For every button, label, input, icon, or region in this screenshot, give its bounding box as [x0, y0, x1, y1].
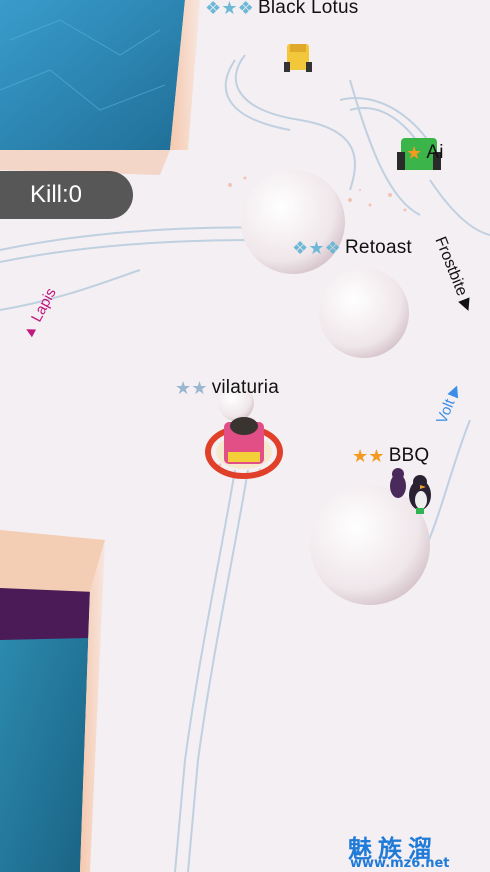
orange-star-icon: ★	[406, 143, 423, 163]
player-label-retoast: ❖★❖ Retoast	[292, 237, 412, 259]
two-orange-stars-icon: ★★	[352, 446, 385, 466]
player-label-black-lotus: ❖★❖ Black Lotus	[205, 0, 358, 19]
player-name: BBQ	[388, 445, 430, 466]
player-name: vilaturia	[211, 377, 279, 398]
game-world	[0, 0, 490, 872]
player-name: Ai	[426, 142, 444, 163]
watermark-url: www.mz6.net	[350, 856, 450, 871]
player-name: Retoast	[345, 237, 412, 258]
two-stars-icon: ★★	[175, 378, 208, 398]
player-name: Black Lotus	[258, 0, 359, 18]
player-label-ai: ★ Ai	[406, 142, 444, 164]
player-label-vilaturia: ★★ vilaturia	[175, 377, 279, 399]
winged-star-icon: ❖★❖	[292, 238, 342, 258]
kill-counter: Kill:0	[0, 171, 133, 219]
winged-star-icon: ❖★❖	[205, 0, 255, 18]
player-label-bbq: ★★ BBQ	[352, 445, 429, 467]
